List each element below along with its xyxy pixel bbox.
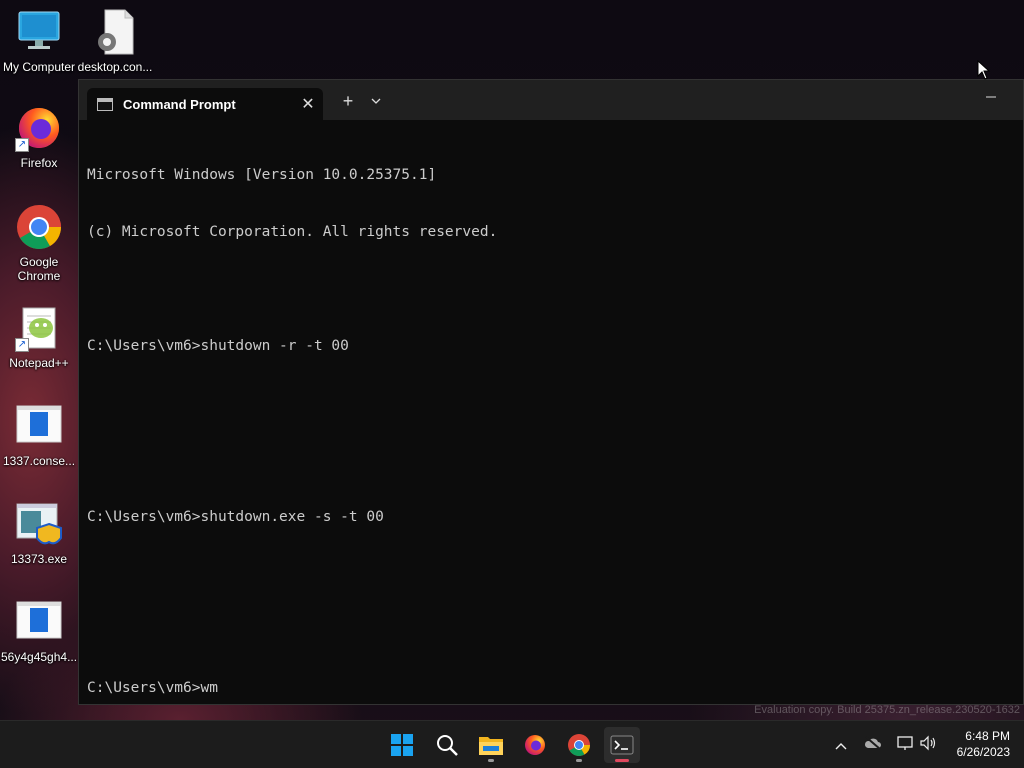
desktop-icon-1337-console[interactable]: 1337.conse... bbox=[1, 402, 77, 468]
new-tab-button[interactable]: + bbox=[337, 90, 359, 112]
cloud-offline-icon bbox=[864, 736, 881, 750]
terminal-window[interactable]: Command Prompt ✕ + Microsoft Windows [Ve… bbox=[78, 79, 1024, 705]
terminal-icon bbox=[610, 735, 634, 755]
desktop-icon-56y4g45gh4[interactable]: 56y4g45gh4... bbox=[1, 598, 77, 664]
shortcut-arrow-icon: ↗ bbox=[15, 138, 29, 152]
tab-dropdown-button[interactable] bbox=[365, 90, 387, 112]
windows-logo-icon bbox=[391, 734, 413, 756]
console-line: C:\Users\vm6>shutdown.exe -s -t 00 bbox=[87, 509, 384, 525]
close-tab-button[interactable]: ✕ bbox=[293, 94, 323, 114]
console-line: C:\Users\vm6>shutdown -r -t 00 bbox=[87, 338, 349, 354]
chrome-icon bbox=[568, 734, 590, 756]
onedrive-tray-button[interactable] bbox=[863, 735, 883, 755]
desktop-icon-my-computer[interactable]: My Computer bbox=[1, 8, 77, 74]
terminal-taskbar-button[interactable] bbox=[604, 727, 640, 763]
desktop-icon-notepadpp[interactable]: ↗ Notepad++ bbox=[1, 304, 77, 370]
file-explorer-button[interactable] bbox=[473, 727, 509, 763]
computer-icon bbox=[15, 8, 63, 56]
command-prompt-icon bbox=[97, 97, 113, 111]
chrome-icon bbox=[15, 203, 63, 251]
terminal-titlebar[interactable]: Command Prompt ✕ + bbox=[79, 80, 1023, 120]
desktop-icon-google-chrome[interactable]: Google Chrome bbox=[1, 203, 77, 283]
app-window-icon bbox=[15, 598, 63, 646]
show-hidden-icons-button[interactable] bbox=[831, 735, 851, 755]
app-window-icon bbox=[15, 402, 63, 450]
taskbar-clock[interactable]: 6:48 PM 6/26/2023 bbox=[957, 728, 1010, 760]
console-line: Microsoft Windows [Version 10.0.25375.1] bbox=[87, 167, 437, 183]
chevron-up-icon bbox=[835, 743, 847, 750]
console-line: (c) Microsoft Corporation. All rights re… bbox=[87, 224, 498, 240]
running-indicator bbox=[576, 759, 582, 762]
tab-command-prompt[interactable]: Command Prompt ✕ bbox=[87, 88, 323, 120]
notepadpp-icon: ↗ bbox=[15, 304, 63, 352]
desktop-icon-firefox[interactable]: ↗ Firefox bbox=[1, 104, 77, 170]
shortcut-arrow-icon: ↗ bbox=[15, 338, 29, 352]
folder-icon bbox=[479, 737, 503, 755]
volume-icon bbox=[920, 735, 936, 751]
console-prompt-line: C:\Users\vm6>wm bbox=[87, 680, 218, 696]
running-indicator bbox=[488, 759, 494, 762]
desktop-icon-desktop-config[interactable]: desktop.con... bbox=[77, 8, 153, 74]
clock-date: 6/26/2023 bbox=[956, 745, 1010, 759]
search-icon bbox=[437, 735, 458, 756]
network-icon bbox=[897, 736, 913, 750]
desktop-icon-13373-exe[interactable]: 13373.exe bbox=[1, 500, 77, 566]
search-button[interactable] bbox=[429, 727, 465, 763]
firefox-taskbar-button[interactable] bbox=[517, 727, 553, 763]
minimize-button[interactable] bbox=[979, 90, 1003, 110]
chrome-taskbar-button[interactable] bbox=[561, 727, 597, 763]
firefox-icon: ↗ bbox=[15, 104, 63, 152]
chevron-down-icon bbox=[371, 98, 381, 104]
minimize-icon bbox=[986, 96, 996, 98]
active-indicator bbox=[615, 759, 629, 762]
network-tray-button[interactable] bbox=[895, 735, 915, 755]
installer-icon bbox=[15, 500, 63, 548]
settings-file-icon bbox=[91, 8, 139, 56]
tab-title: Command Prompt bbox=[123, 96, 236, 112]
firefox-icon bbox=[525, 735, 545, 755]
taskbar: 6:48 PM 6/26/2023 bbox=[0, 720, 1024, 768]
console-output[interactable]: Microsoft Windows [Version 10.0.25375.1]… bbox=[87, 128, 1013, 696]
clock-time: 6:48 PM bbox=[965, 729, 1010, 743]
mouse-cursor-icon bbox=[977, 60, 991, 80]
volume-tray-button[interactable] bbox=[918, 735, 938, 755]
start-button[interactable] bbox=[384, 727, 420, 763]
